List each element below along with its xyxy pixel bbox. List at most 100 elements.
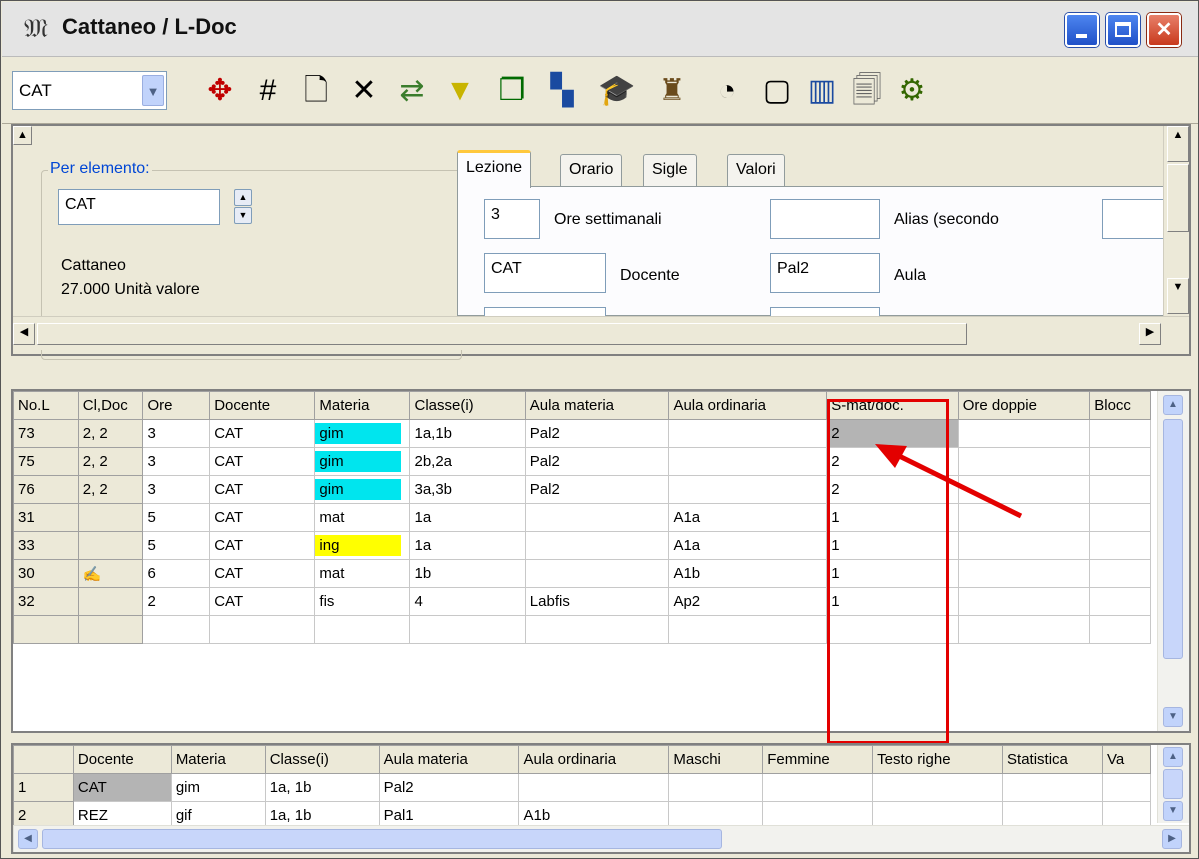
- table-cell[interactable]: [957, 531, 1091, 560]
- table-cell[interactable]: gim: [314, 419, 411, 448]
- column-header[interactable]: Ore doppie: [957, 391, 1091, 420]
- table-cell[interactable]: [1002, 773, 1103, 802]
- table-cell[interactable]: CAT: [209, 559, 316, 588]
- table-cell[interactable]: 1: [13, 773, 74, 802]
- table-cell[interactable]: [957, 559, 1091, 588]
- windows-icon[interactable]: ▚: [542, 71, 582, 111]
- table-cell[interactable]: gim: [314, 447, 411, 476]
- column-header[interactable]: Va: [1101, 745, 1152, 774]
- table-cell[interactable]: A1a: [668, 531, 828, 560]
- column-header[interactable]: Aula materia: [524, 391, 670, 420]
- table-cell[interactable]: 1a: [409, 531, 526, 560]
- scroll-left-icon[interactable]: ◀: [13, 323, 35, 345]
- table-cell[interactable]: 75: [13, 447, 79, 476]
- scroll-down-icon[interactable]: ▼: [1167, 278, 1189, 314]
- column-header[interactable]: Aula ordinaria: [668, 391, 828, 420]
- detail-vscroll-thumb[interactable]: [1163, 769, 1183, 799]
- column-header[interactable]: Testo righe: [872, 745, 1004, 774]
- table-cell[interactable]: [209, 615, 316, 644]
- column-header[interactable]: [13, 745, 74, 774]
- table-cell[interactable]: [524, 559, 670, 588]
- table-cell[interactable]: [1089, 587, 1151, 616]
- table-cell[interactable]: 6: [142, 559, 211, 588]
- grid-icon[interactable]: #: [248, 71, 288, 111]
- column-header[interactable]: Classe(i): [264, 745, 380, 774]
- table-cell[interactable]: 5: [142, 531, 211, 560]
- delete-icon[interactable]: ✕: [344, 71, 384, 111]
- table-row[interactable]: 33 5 CAT ing 1a A1a 1: [13, 531, 1151, 560]
- table-cell[interactable]: [1089, 559, 1151, 588]
- swap-icon[interactable]: ⇄: [392, 71, 432, 111]
- column-header[interactable]: Cl,Doc: [77, 391, 144, 420]
- table-cell[interactable]: 2: [142, 587, 211, 616]
- close-button[interactable]: ✕: [1147, 13, 1181, 47]
- new-document-icon[interactable]: 🗋: [296, 71, 336, 111]
- table-cell[interactable]: [668, 419, 828, 448]
- maximize-button[interactable]: [1106, 13, 1140, 47]
- table-cell[interactable]: [1089, 447, 1151, 476]
- table-cell[interactable]: 73: [13, 419, 79, 448]
- column-header[interactable]: Blocc: [1089, 391, 1151, 420]
- detail-hscroll-thumb[interactable]: [42, 829, 722, 849]
- table-cell[interactable]: [668, 447, 828, 476]
- filter-icon[interactable]: ▼: [440, 71, 480, 111]
- alias-input[interactable]: [770, 199, 880, 239]
- table-cell[interactable]: 2, 2: [77, 447, 144, 476]
- scroll-up-icon[interactable]: ▲: [1163, 747, 1183, 767]
- table-cell[interactable]: 4: [409, 587, 526, 616]
- table-cell[interactable]: [409, 615, 526, 644]
- table-cell[interactable]: 3: [142, 419, 211, 448]
- spin-up-icon[interactable]: ▲: [234, 189, 252, 206]
- table-cell[interactable]: 2, 2: [77, 419, 144, 448]
- scroll-right-icon[interactable]: ▶: [1162, 829, 1182, 849]
- table-row[interactable]: 32 2 CAT fis 4 Labfis Ap2 1: [13, 587, 1151, 616]
- table-cell[interactable]: CAT: [209, 447, 316, 476]
- tab-valori[interactable]: Valori: [727, 154, 785, 187]
- table-cell[interactable]: [1101, 773, 1152, 802]
- table-cell[interactable]: [957, 615, 1091, 644]
- tab-sigle[interactable]: Sigle: [643, 154, 697, 187]
- table-cell[interactable]: Pal2: [378, 773, 520, 802]
- tab-orario[interactable]: Orario: [560, 154, 623, 187]
- table-cell[interactable]: 1b: [409, 559, 526, 588]
- detail-hscrollbar[interactable]: ◀ ▶: [13, 825, 1189, 852]
- table-cell[interactable]: [77, 503, 144, 532]
- table-cell[interactable]: 2, 2: [77, 475, 144, 504]
- table-cell[interactable]: Ap2: [668, 587, 828, 616]
- table-cell[interactable]: [142, 615, 211, 644]
- table-row[interactable]: 30 ✍ 6 CAT mat 1b A1b 1: [13, 559, 1151, 588]
- table-cell[interactable]: fis: [314, 587, 411, 616]
- table-cell[interactable]: [77, 531, 144, 560]
- table-cell[interactable]: [668, 615, 828, 644]
- aula-input[interactable]: Pal2: [770, 253, 880, 293]
- table-cell[interactable]: mat: [314, 559, 411, 588]
- calendar-icon[interactable]: ▢: [757, 71, 797, 111]
- form-hscrollbar[interactable]: ◀ ▶: [13, 316, 1189, 350]
- table-cell[interactable]: [668, 773, 764, 802]
- scroll-right-icon[interactable]: ▶: [1139, 323, 1161, 345]
- table-cell[interactable]: [77, 615, 144, 644]
- table-cell[interactable]: [13, 615, 79, 644]
- table-cell[interactable]: gim: [170, 773, 266, 802]
- chevron-down-icon[interactable]: ▼: [142, 75, 164, 106]
- column-header[interactable]: Docente: [209, 391, 316, 420]
- table-cell[interactable]: Pal2: [524, 475, 670, 504]
- element-combo[interactable]: CAT ▼: [12, 71, 167, 110]
- table-cell[interactable]: [518, 773, 670, 802]
- table-cell[interactable]: [77, 587, 144, 616]
- column-header[interactable]: Materia: [170, 745, 266, 774]
- table-cell[interactable]: [524, 503, 670, 532]
- element-input[interactable]: CAT: [58, 189, 220, 225]
- people-icon[interactable]: ⚙: [892, 71, 932, 111]
- form-vscroll-thumb[interactable]: [1167, 164, 1189, 232]
- scroll-up-icon[interactable]: ▲: [13, 126, 32, 145]
- table-cell[interactable]: [314, 615, 411, 644]
- table-cell[interactable]: gim: [314, 475, 411, 504]
- table-cell[interactable]: CAT: [209, 419, 316, 448]
- table-cell[interactable]: [872, 773, 1004, 802]
- table-cell[interactable]: 1a, 1b: [264, 773, 380, 802]
- table-cell[interactable]: ✍: [77, 559, 144, 588]
- table-cell[interactable]: 1a,1b: [409, 419, 526, 448]
- lessons-vscroll-thumb[interactable]: [1163, 419, 1183, 659]
- title-bar[interactable]: 𝔐 Cattaneo / L-Doc ✕: [2, 2, 1198, 57]
